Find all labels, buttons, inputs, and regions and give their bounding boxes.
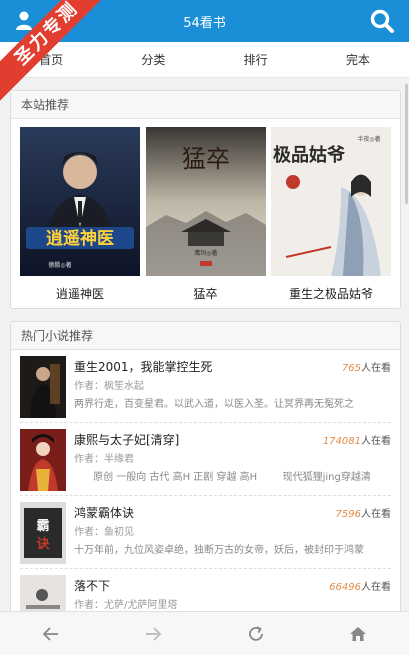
book-author: 作者：尤萨/尤萨阿里塔 (74, 600, 178, 611)
cover-author: 鹰玛◎著 (194, 249, 217, 257)
cover-author: 傲鹏◎著 (48, 261, 71, 269)
list-item[interactable]: 重生2001，我能掌控生死 765人在看 作者：枫笙水起 两界行走，百变星君。以… (20, 350, 391, 423)
book-cover[interactable]: 霸 诀 (20, 502, 66, 564)
book-title[interactable]: 重生2001，我能掌控生死 (74, 358, 213, 375)
book-title[interactable]: 康熙与太子妃[清穿] (74, 431, 179, 448)
hot-novels-panel: 热门小说推荐 重生2001，我能掌控生死 765人在看 作者：枫笙水起 两界行走… (10, 321, 401, 621)
book-name[interactable]: 重生之极品姑爷 (271, 285, 391, 302)
forward-arrow-icon (146, 626, 162, 641)
cover-title: 逍遥神医 (46, 228, 114, 249)
tab-category[interactable]: 分类 (102, 42, 204, 77)
cover-author: 半夜◎著 (357, 135, 380, 143)
list-item[interactable]: 康熙与太子妃[清穿] 174081人在看 作者：半缘君 原创 一般向 古代 高H… (20, 423, 391, 496)
cover-title: 猛卒 (182, 145, 230, 173)
book-cover[interactable]: 猛卒 鹰玛◎著 (145, 127, 266, 276)
book-cover[interactable] (20, 429, 66, 491)
book-title[interactable]: 落不下 (74, 577, 110, 594)
recommend-heading: 本站推荐 (11, 91, 400, 119)
home-icon (349, 626, 366, 641)
book-description: 原创 一般向 古代 高H 正剧 穿越 高H 现代狐狸jing穿越清 (74, 472, 371, 483)
recommend-book[interactable]: 猛卒 鹰玛◎著 猛卒 (145, 127, 266, 302)
book-name[interactable]: 逍遥神医 (20, 285, 140, 302)
search-icon[interactable] (369, 8, 395, 34)
book-cover[interactable]: 极品姑爷 半夜◎著 (271, 127, 391, 276)
book-title[interactable]: 鸿蒙霸体诀 (74, 504, 134, 521)
home-button[interactable] (307, 612, 409, 655)
recommend-book[interactable]: 逍遥神医 傲鹏◎著 逍遥神医 (20, 127, 140, 302)
book-author: 作者：鱼初见 (74, 527, 134, 538)
back-button[interactable] (0, 612, 102, 655)
book-author: 作者：枫笙水起 (74, 381, 144, 392)
back-arrow-icon (42, 626, 59, 641)
book-author: 作者：半缘君 (74, 454, 134, 465)
book-description: 两界行走，百变星君。以武入道，以医入圣。让冥界再无冤死之 (74, 399, 354, 410)
book-description: 十万年前，九位风姿卓绝，独断万古的女帝，妖后，被封印于鸿蒙 (74, 545, 364, 556)
recommend-book[interactable]: 极品姑爷 半夜◎著 重生之极品姑爷 (271, 127, 391, 302)
refresh-icon (248, 625, 263, 641)
reader-count: 66496人在看 (329, 582, 391, 593)
hot-heading: 热门小说推荐 (11, 322, 400, 350)
cover-title: 极品姑爷 (273, 144, 346, 166)
refresh-button[interactable] (205, 612, 307, 655)
forward-button[interactable] (102, 612, 204, 655)
reader-count: 174081人在看 (322, 436, 391, 447)
tab-completed[interactable]: 完本 (307, 42, 409, 77)
browser-bottom-bar (0, 611, 409, 655)
list-item[interactable]: 霸 诀 鸿蒙霸体诀 7596人在看 作者：鱼初见 十万年前，九位风姿卓绝，独断万… (20, 496, 391, 569)
book-cover[interactable] (20, 356, 66, 418)
reader-count: 765人在看 (341, 363, 391, 374)
svg-text:诀: 诀 (36, 536, 50, 552)
page-scrollbar[interactable] (405, 84, 408, 204)
nav-tabs: 首页 分类 排行 完本 (0, 42, 409, 78)
tab-ranking[interactable]: 排行 (205, 42, 307, 77)
book-name[interactable]: 猛卒 (146, 285, 266, 302)
book-cover[interactable]: 逍遥神医 傲鹏◎著 (20, 127, 140, 276)
reader-count: 7596人在看 (335, 509, 391, 520)
svg-text:霸: 霸 (36, 519, 49, 534)
recommend-panel: 本站推荐 逍遥神医 傲鹏◎著 逍遥神医 猛卒 鹰玛◎著 猛卒 极品姑爷 半夜◎著… (10, 90, 401, 309)
